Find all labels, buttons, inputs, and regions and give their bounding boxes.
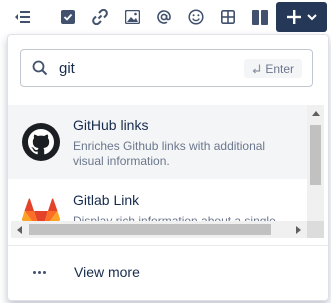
checkbox-icon[interactable]: [54, 4, 82, 30]
editor-toolbar: [0, 0, 331, 34]
github-icon: [21, 122, 61, 162]
result-item-description: Enriches Github links with additional vi…: [73, 139, 266, 168]
result-item-title: GitHub links: [73, 117, 149, 133]
vertical-scrollbar[interactable]: [307, 105, 324, 236]
insert-dropdown-panel: git Enter GitHub links Enriches Github l…: [7, 34, 329, 301]
horizontal-scroll-thumb[interactable]: [29, 224, 271, 235]
view-more-label: View more: [74, 264, 140, 280]
result-item-title: Gitlab Link: [73, 192, 140, 208]
search-input[interactable]: git Enter: [20, 49, 313, 87]
more-icon: [33, 271, 46, 274]
mention-icon[interactable]: [150, 4, 178, 30]
enter-hint-badge: Enter: [244, 59, 302, 78]
view-more-button[interactable]: View more: [8, 253, 328, 293]
link-icon[interactable]: [86, 4, 114, 30]
search-value[interactable]: git: [59, 60, 75, 77]
layout-icon[interactable]: [246, 4, 274, 30]
scroll-right-arrow-icon[interactable]: [296, 226, 301, 234]
plus-icon: [286, 10, 301, 24]
image-icon[interactable]: [118, 4, 146, 30]
table-icon[interactable]: [214, 4, 242, 30]
list-outdent-icon[interactable]: [8, 4, 36, 30]
result-item-github-links[interactable]: GitHub links Enriches Github links with …: [8, 105, 308, 179]
emoji-icon[interactable]: [182, 4, 210, 30]
insert-button[interactable]: [276, 2, 327, 32]
enter-key-icon: [252, 64, 261, 73]
search-icon: [32, 60, 48, 81]
scrollbar-corner: [307, 221, 324, 238]
scroll-left-arrow-icon[interactable]: [17, 226, 22, 234]
vertical-scroll-thumb[interactable]: [310, 125, 321, 185]
scroll-up-arrow-icon[interactable]: [312, 111, 320, 116]
divider: [8, 245, 328, 246]
horizontal-scrollbar[interactable]: [11, 221, 307, 238]
enter-hint-label: Enter: [265, 61, 294, 76]
chevron-down-icon: [306, 13, 317, 20]
